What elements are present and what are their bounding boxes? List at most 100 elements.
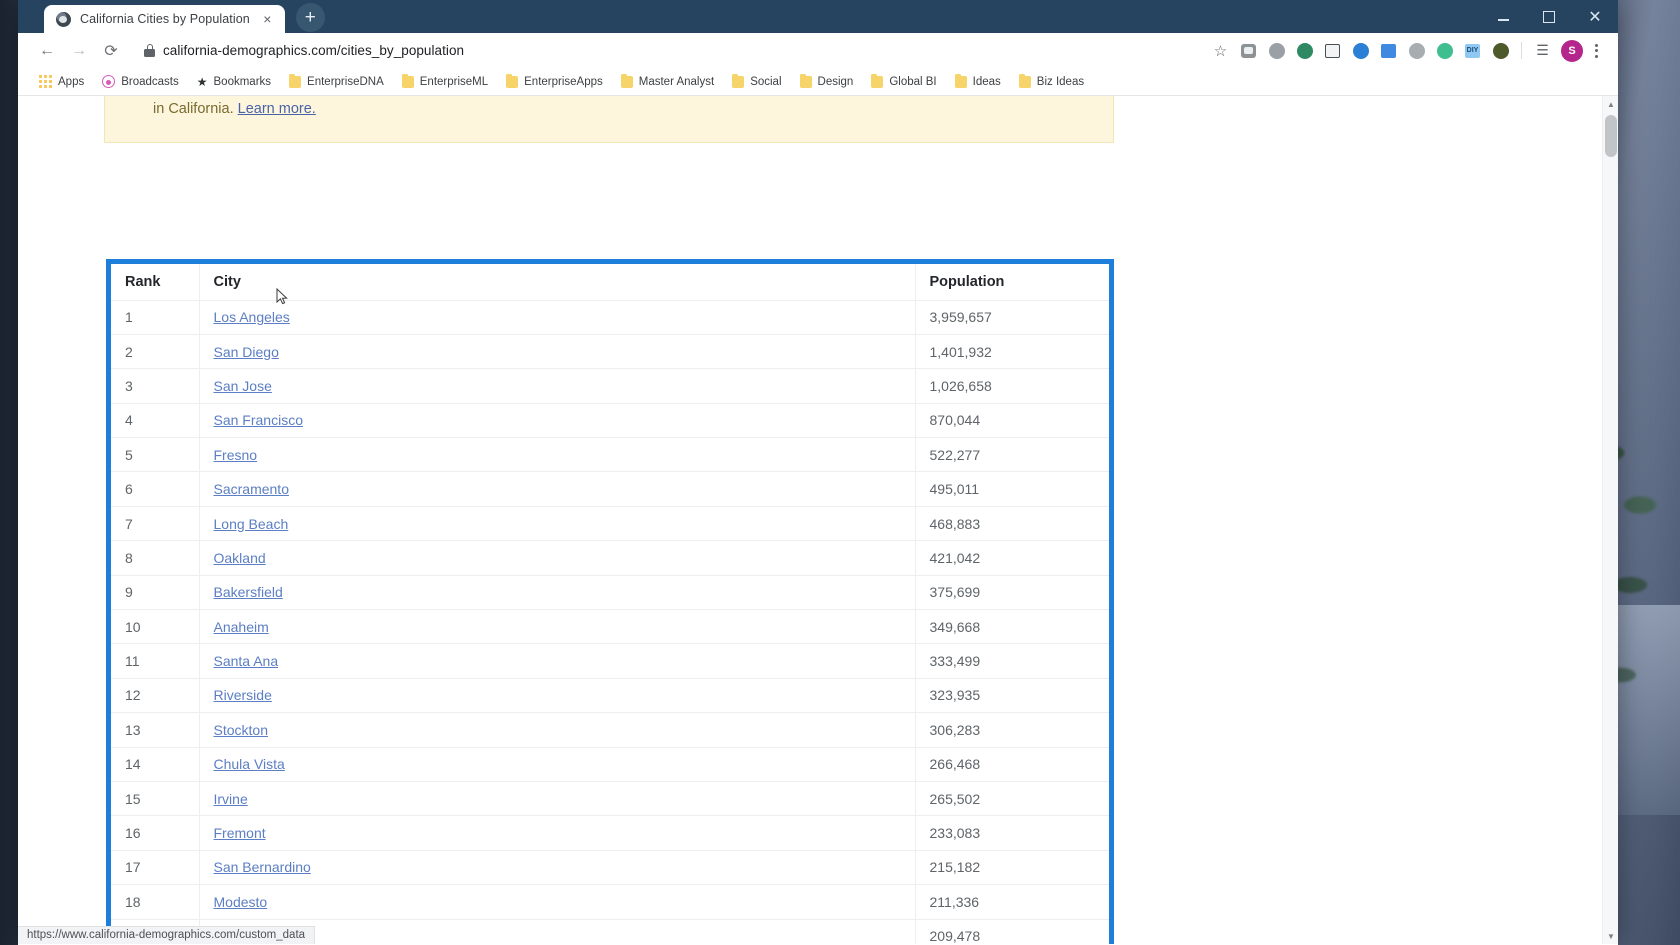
city-link[interactable]: Irvine (214, 791, 248, 807)
cell-rank: 18 (111, 884, 200, 920)
cell-rank: 14 (111, 747, 200, 782)
close-icon[interactable]: × (259, 11, 276, 28)
city-link[interactable]: Los Angeles (214, 309, 290, 325)
window-close-button[interactable]: ✕ (1572, 0, 1618, 33)
maximize-button[interactable] (1526, 0, 1572, 33)
forward-icon[interactable]: → (64, 36, 94, 66)
city-link[interactable]: Modesto (214, 894, 268, 910)
bookmark-biz-ideas[interactable]: Biz Ideas (1012, 73, 1091, 91)
extension-skype-icon[interactable] (1263, 37, 1290, 64)
city-link[interactable]: Sacramento (214, 481, 289, 497)
notice-text: in California. Learn more. (153, 101, 316, 117)
toolbar-divider (1521, 42, 1522, 59)
city-link[interactable]: Long Beach (214, 516, 289, 532)
bookmark-broadcasts[interactable]: Broadcasts (95, 72, 186, 91)
star-icon: ★ (196, 74, 208, 89)
back-icon[interactable]: ← (32, 36, 62, 66)
city-link[interactable]: Chula Vista (214, 756, 285, 772)
tab-california-cities[interactable]: California Cities by Population × (44, 5, 285, 33)
cell-city: San Jose (199, 368, 916, 404)
city-link[interactable]: Fresno (214, 447, 258, 463)
table-row: 14 Chula Vista 266,468 (111, 747, 1109, 782)
cell-population: 215,182 (915, 850, 1109, 886)
bookmark-apps[interactable]: Apps (32, 72, 91, 91)
city-link[interactable]: San Bernardino (214, 859, 311, 875)
kebab-menu-icon[interactable] (1584, 37, 1608, 64)
bookmark-social[interactable]: Social (725, 73, 788, 91)
bookmark-master-analyst[interactable]: Master Analyst (614, 73, 721, 91)
city-link[interactable]: Riverside (214, 687, 272, 703)
cell-city: Santa Ana (199, 643, 916, 679)
extension-globe-icon[interactable] (1403, 37, 1430, 64)
city-link[interactable]: San Diego (214, 344, 279, 360)
extension-diy-icon[interactable]: DIY (1459, 37, 1486, 64)
cell-city: Riverside (199, 678, 916, 714)
folder-icon (401, 73, 414, 88)
extension-barcode-icon[interactable] (1319, 37, 1346, 64)
cell-rank: 13 (111, 712, 200, 748)
table-row: 13 Stockton 306,283 (111, 712, 1109, 748)
scroll-up-icon[interactable]: ▲ (1603, 96, 1618, 112)
bookmark-label: EnterpriseML (419, 75, 489, 88)
extension-block-icon[interactable] (1487, 37, 1514, 64)
extension-whatsapp-icon[interactable] (1291, 37, 1318, 64)
cell-rank: 15 (111, 781, 200, 817)
bookmark-design[interactable]: Design (793, 73, 861, 91)
city-link[interactable]: Santa Ana (214, 653, 279, 669)
cell-rank: 5 (111, 437, 200, 473)
extension-grammar-icon[interactable] (1235, 37, 1262, 64)
cell-population: 468,883 (915, 506, 1109, 542)
column-header-population[interactable]: Population (915, 264, 1109, 301)
page-scrollbar[interactable]: ▲ ▼ (1602, 96, 1618, 944)
bookmark-enterpriseml[interactable]: EnterpriseML (395, 73, 495, 91)
extension-panel-icon[interactable] (1375, 37, 1402, 64)
column-header-city[interactable]: City (199, 264, 916, 301)
table-row: 1 Los Angeles 3,959,657 (111, 300, 1109, 335)
new-tab-button[interactable]: + (295, 3, 325, 32)
city-link[interactable]: Stockton (214, 722, 268, 738)
cell-population: 265,502 (915, 781, 1109, 817)
cell-rank: 4 (111, 403, 200, 439)
city-link[interactable]: San Francisco (214, 412, 303, 428)
cell-population: 266,468 (915, 747, 1109, 782)
cell-rank: 7 (111, 506, 200, 542)
cell-city: Chula Vista (199, 747, 916, 782)
cell-city: San Bernardino (199, 850, 916, 886)
column-header-rank[interactable]: Rank (111, 264, 200, 301)
bookmark-enterpriseapps[interactable]: EnterpriseApps (499, 73, 610, 91)
reload-icon[interactable]: ⟳ (96, 36, 126, 66)
bookmark-enterprisedna[interactable]: EnterpriseDNA (282, 73, 391, 91)
bookmark-global-bi[interactable]: Global BI (864, 73, 943, 91)
minimize-button[interactable] (1480, 0, 1526, 33)
city-link[interactable]: Fremont (214, 825, 266, 841)
bookmark-star-icon[interactable]: ☆ (1207, 37, 1234, 64)
folder-icon (732, 73, 745, 88)
cell-city: Fresno (199, 437, 916, 473)
learn-more-link[interactable]: Learn more. (238, 101, 316, 117)
table-row: 15 Irvine 265,502 (111, 781, 1109, 817)
cell-city: Sacramento (199, 471, 916, 507)
table-row: 2 San Diego 1,401,932 (111, 334, 1109, 370)
table-header-row: Rank City Population (111, 264, 1109, 301)
url-text: california-demographics.com/cities_by_po… (163, 43, 465, 58)
profile-avatar[interactable]: S (1561, 39, 1583, 62)
extension-refresh-icon[interactable] (1431, 37, 1458, 64)
folder-icon (799, 73, 812, 88)
scroll-down-icon[interactable]: ▼ (1603, 928, 1618, 944)
city-link[interactable]: Anaheim (214, 619, 269, 635)
address-bar[interactable]: california-demographics.com/cities_by_po… (134, 37, 1197, 65)
scrollbar-thumb[interactable] (1605, 115, 1617, 157)
city-link[interactable]: Oakland (214, 550, 266, 566)
cell-city: Stockton (199, 712, 916, 748)
cell-population: 3,959,657 (915, 300, 1109, 335)
bookmark-ideas[interactable]: Ideas (948, 73, 1008, 91)
reading-list-icon[interactable]: ☰ (1529, 37, 1556, 64)
cell-rank: 9 (111, 575, 200, 611)
extension-moon-icon[interactable] (1347, 37, 1374, 64)
city-link[interactable]: San Jose (214, 378, 272, 394)
page-content: in California. Learn more. Rank City Pop… (18, 96, 1602, 944)
table-row: 4 San Francisco 870,044 (111, 403, 1109, 439)
cell-population: 1,401,932 (915, 334, 1109, 370)
bookmark-bookmarks[interactable]: ★ Bookmarks (190, 73, 278, 91)
city-link[interactable]: Bakersfield (214, 584, 283, 600)
